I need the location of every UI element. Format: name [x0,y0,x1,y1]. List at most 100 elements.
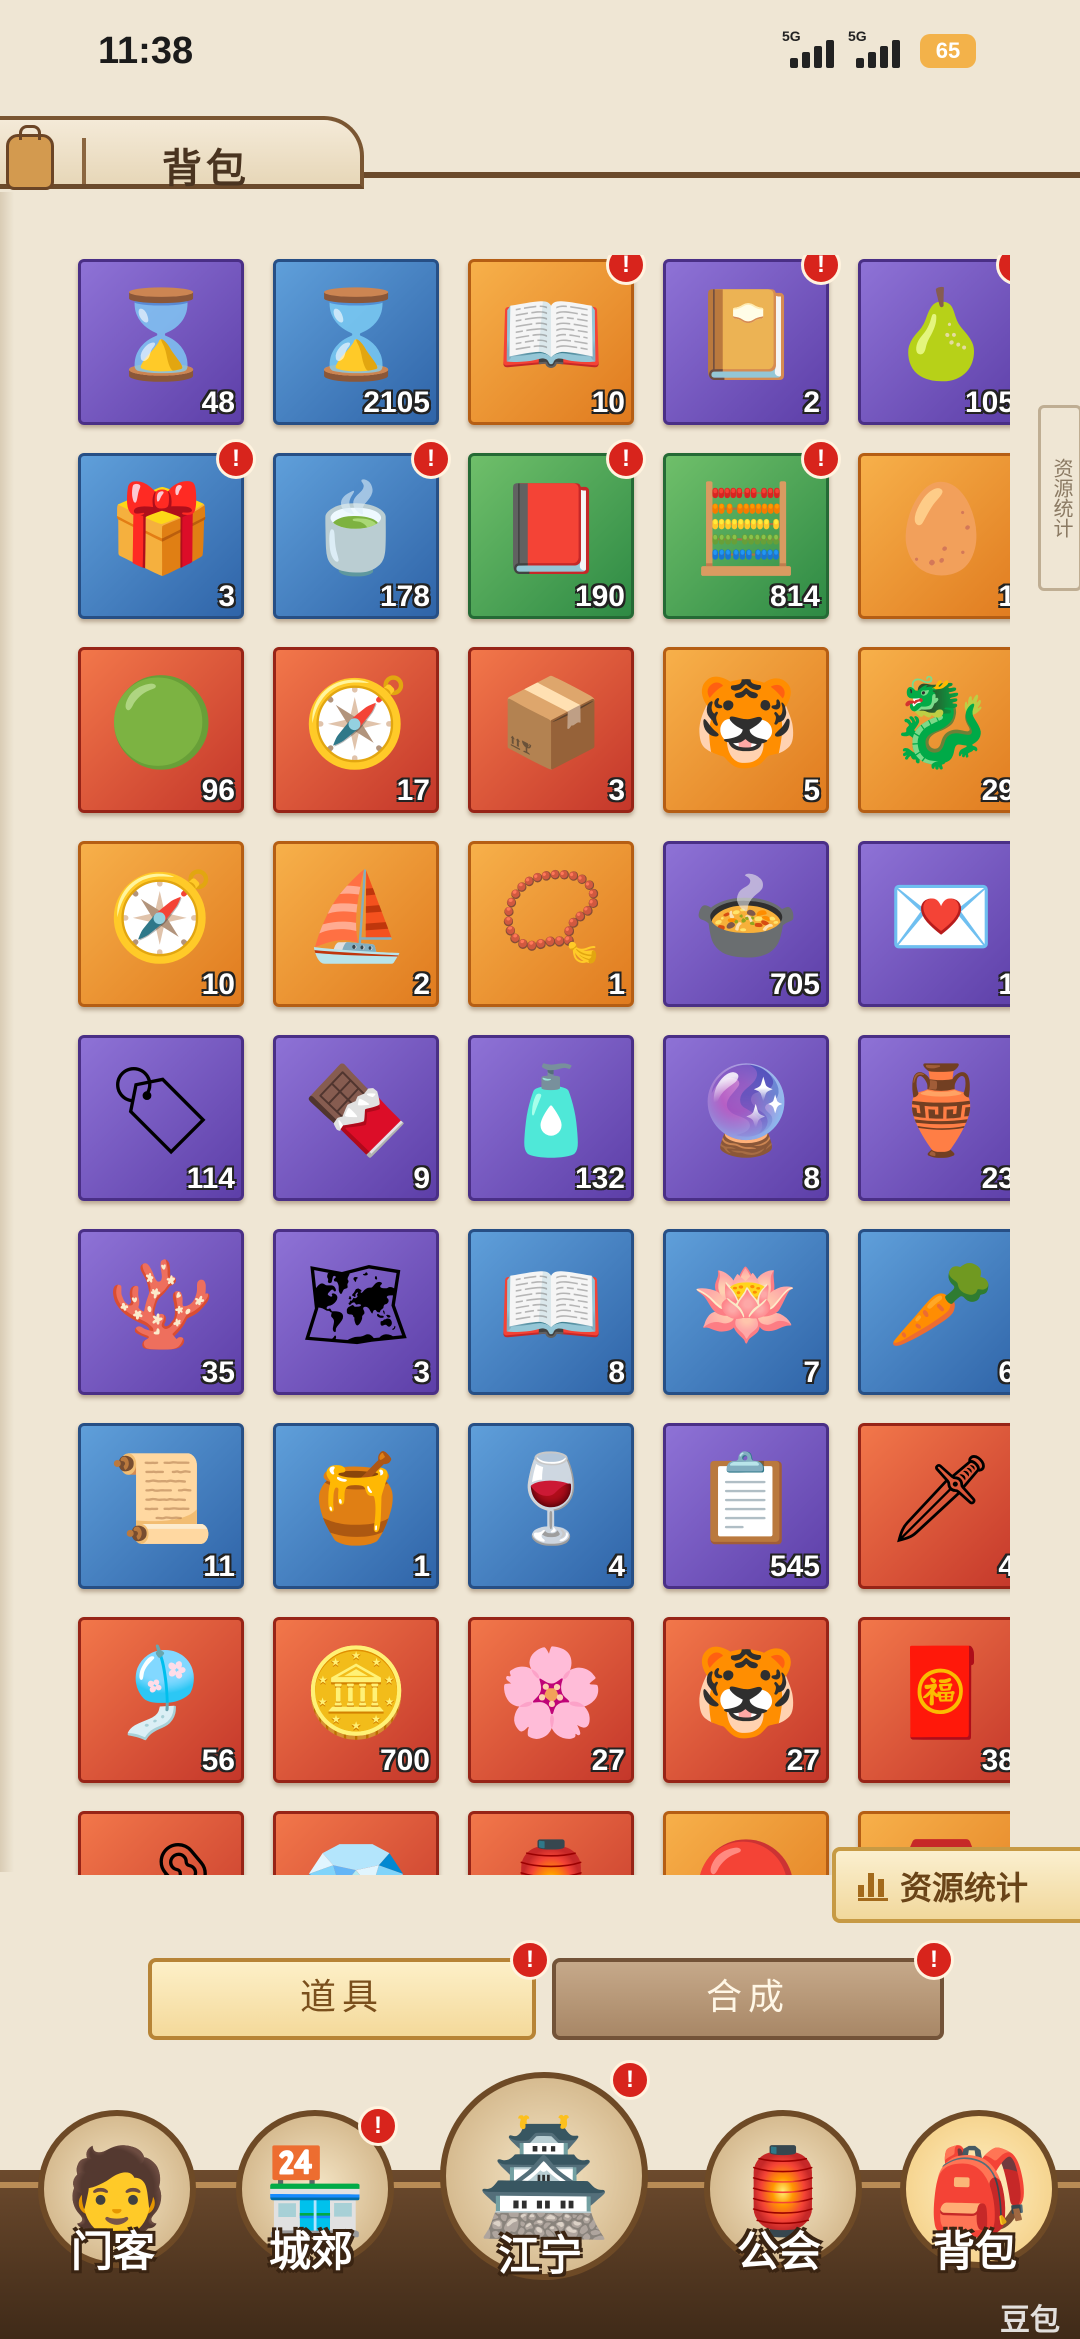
item-count: 38 [981,1744,1010,1777]
item-count: 6 [998,1356,1010,1390]
inventory-item[interactable]: 📕 190 [468,453,634,619]
inventory-item[interactable]: 🥕6 [858,1229,1010,1395]
backpack-icon [6,125,54,190]
frame-border [0,192,14,1872]
nav-jiangning[interactable]: 🏯 江宁 ! [430,2060,650,2280]
inventory-item[interactable]: 📜 11 [78,1423,244,1589]
resource-stats-button[interactable]: 资源统计 [832,1847,1080,1923]
item-count: 17 [396,774,430,807]
inventory-item[interactable]: 🍷 4 [468,1423,634,1589]
item-count: 705 [769,968,820,1001]
wine-jar-icon: 🍯 [302,1449,410,1549]
nav-guild[interactable]: 🏮 公会 [694,2100,864,2300]
lucky-egg-icon: 🥚 [887,479,995,579]
item-count: 2 [803,386,820,419]
inventory-item[interactable]: ⛵ 2 [273,841,439,1007]
nav-retainer[interactable]: 🧑 门客 [28,2100,198,2300]
heart-sign-icon: 💌 [887,867,995,967]
nav-suburbs[interactable]: 🏪 城郊 ! [226,2100,398,2300]
inventory-item[interactable]: 🍐 105 [858,259,1010,425]
inventory-item[interactable]: 📖 8 [468,1229,634,1395]
tab-craft[interactable]: 合成 [552,1958,944,2040]
inventory-item[interactable]: 🍵 178 [273,453,439,619]
inventory-item[interactable]: 🏮 [468,1811,634,1875]
item-count: 2 [413,968,430,1001]
inventory-item[interactable]: 🪷 7 [663,1229,829,1395]
inventory-item[interactable]: 📿 1 [468,841,634,1007]
item-count: 35 [201,1356,235,1389]
inventory-item[interactable]: 🎐 56 [78,1617,244,1783]
inventory-item[interactable]: 🧭 10 [78,841,244,1007]
item-count: 7 [803,1356,820,1389]
inventory-item[interactable]: 📖 10 [468,259,634,425]
nav-label: 背包 [932,2227,1017,2276]
tiger-pelt-icon: 🐯 [692,673,800,773]
tab-items[interactable]: 道具 [148,1958,536,2040]
inventory-item[interactable]: 🐉29 [858,647,1010,813]
item-count: 8 [608,1356,625,1389]
item-alert-badge: ! [411,439,451,479]
item-count: 1 [413,1550,430,1583]
nav-alert-badge: ! [358,2106,398,2146]
inventory-item[interactable]: ⌛ 2105 [273,259,439,425]
nav-backpack[interactable]: 🎒 背包 [890,2100,1060,2300]
inventory-item[interactable]: 🗡4 [858,1423,1010,1589]
item-count: 4 [608,1550,625,1583]
jade-ornament-icon: 🎐 [107,1643,215,1743]
tiger-pelt-icon: 🐯 [692,1643,800,1743]
inventory-item[interactable]: 🔮 8 [663,1035,829,1201]
item-count: 2105 [363,386,430,419]
header-separator [82,138,86,184]
inventory-item[interactable]: 🧭 17 [273,647,439,813]
inventory-item[interactable]: 🪸 35 [78,1229,244,1395]
inventory-item[interactable]: 🏷 114 [78,1035,244,1201]
inventory-item[interactable]: ⌛ 48 [78,259,244,425]
inventory-item[interactable]: 📦 3 [468,647,634,813]
treasure-pot-icon: 🏺 [887,1061,995,1161]
page-title: 背包 [162,145,250,192]
inventory-item[interactable]: 🧮 814 [663,453,829,619]
hourglass-card-icon: ⌛ [107,285,215,385]
resource-stats-label: 资源统计 [900,1869,1029,1907]
item-count: 23 [981,1162,1010,1195]
coral-icon: 🪸 [107,1255,215,1355]
inventory-item[interactable]: 🗺 3 [273,1229,439,1395]
inventory-item[interactable]: 📔 2 [663,259,829,425]
item-count: 27 [591,1744,625,1777]
red-orb-icon: 🔴 [666,1822,826,1875]
item-count: 11 [203,1550,235,1583]
inventory-item[interactable]: 🍯 1 [273,1423,439,1589]
item-count: 132 [574,1162,625,1195]
inventory-item[interactable]: 🔴 [663,1811,829,1875]
hairpin-icon: 🌸 [497,1643,605,1743]
inventory-item[interactable]: 🐯 27 [663,1617,829,1783]
item-count: 10 [201,968,235,1001]
inventory-item[interactable]: 🗝 [78,1811,244,1875]
bar-chart-icon [858,1871,888,1901]
inventory-item[interactable]: 🧴 132 [468,1035,634,1201]
inventory-item[interactable]: 🧧38 [858,1617,1010,1783]
item-count: 4 [998,1550,1010,1584]
sword-fountain-icon: 🗡 [886,1449,996,1549]
inventory-item[interactable]: 💎 [273,1811,439,1875]
inventory-item[interactable]: 🌸 27 [468,1617,634,1783]
item-count: 700 [379,1744,430,1777]
inventory-item[interactable]: 🥚1 [858,453,1010,619]
jade-pendant-icon: 🐉 [887,673,995,773]
inventory-item[interactable]: 🏺23 [858,1035,1010,1201]
inventory-item[interactable]: 💌1 [858,841,1010,1007]
necklace-icon: 📿 [497,867,605,967]
inventory-item[interactable]: 🟢 96 [78,647,244,813]
mystery-tome-icon: 📕 [497,479,605,579]
battery-icon: 65 [920,34,976,68]
inventory-item[interactable]: 🐯 5 [663,647,829,813]
inventory-grid: ⌛48⌛2105📖10!📔2!🍐105!🎁3!🍵178!📕190!🧮814!🥚1… [70,255,1010,1875]
inventory-item[interactable]: 📋 545 [663,1423,829,1589]
gift-box-icon: 🎁 [107,479,215,579]
inventory-item[interactable]: 🍫 9 [273,1035,439,1201]
side-rail-label[interactable]: 资源统计 [1038,405,1080,591]
inventory-item[interactable]: 🍲 705 [663,841,829,1007]
item-count: 27 [786,1744,820,1777]
inventory-item[interactable]: 🎁 3 [78,453,244,619]
inventory-item[interactable]: 🪙 700 [273,1617,439,1783]
